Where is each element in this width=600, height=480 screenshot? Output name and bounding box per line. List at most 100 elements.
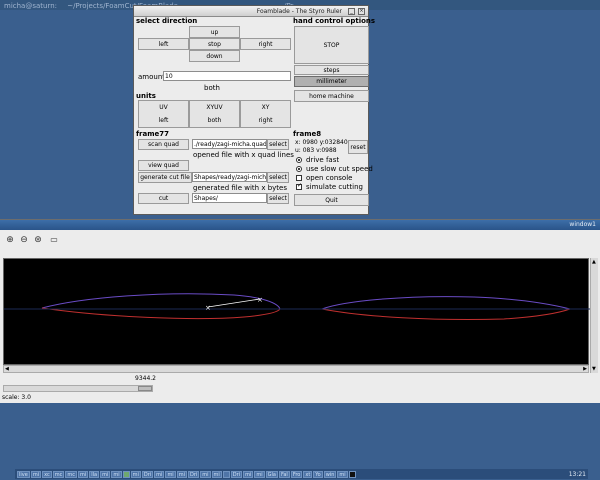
amount-label: amount xyxy=(138,73,166,81)
close-icon[interactable]: × xyxy=(358,8,365,15)
vertical-scrollbar[interactable]: ▲ ▼ xyxy=(590,258,598,373)
view-quad-button[interactable]: view quad xyxy=(138,160,189,171)
taskbar-item[interactable]: Dri xyxy=(141,470,154,478)
taskbar-item[interactable]: mi xyxy=(77,470,89,478)
scroll-down-icon[interactable]: ▼ xyxy=(592,366,596,372)
slow-cut-speed-radio[interactable] xyxy=(296,166,302,172)
zoom-in-icon[interactable]: ⊕ xyxy=(5,235,15,245)
units-heading: units xyxy=(136,92,156,100)
taskbar-item[interactable]: mi xyxy=(243,470,254,478)
taskbar-item[interactable]: mc xyxy=(52,470,65,478)
select-shapes-button[interactable]: select xyxy=(267,172,289,183)
simulate-cutting-label: simulate cutting xyxy=(306,183,363,191)
taskbar-item[interactable]: mi xyxy=(200,470,211,478)
up-button[interactable]: up xyxy=(189,26,240,38)
minimize-icon[interactable]: _ xyxy=(348,8,355,15)
taskbar-item[interactable]: mi xyxy=(254,470,265,478)
cut-button[interactable]: cut xyxy=(138,193,189,204)
taskbar-item[interactable]: mi xyxy=(211,470,222,478)
units-xyuv-button[interactable]: XYUV both xyxy=(189,100,240,128)
taskbar-item[interactable] xyxy=(122,470,130,478)
taskbar-item[interactable] xyxy=(222,470,230,478)
select-cut-button[interactable]: select xyxy=(267,193,289,204)
stop-button[interactable]: STOP xyxy=(294,26,369,64)
uv-readout: u: 083 v:0988 xyxy=(295,147,337,154)
down-button[interactable]: down xyxy=(189,50,240,62)
reset-button[interactable]: reset xyxy=(348,140,368,154)
generated-file-status: generated file with x bytes xyxy=(193,184,287,192)
wing-outline-svg: × × xyxy=(4,293,590,320)
home-machine-button[interactable]: home machine xyxy=(294,90,369,102)
window-title: Foamblade - The Styro Ruler xyxy=(256,8,342,15)
scroll-left-icon[interactable]: ◀ xyxy=(5,366,9,372)
taskbar-item[interactable]: mi xyxy=(111,470,122,478)
select-quad-button[interactable]: select xyxy=(267,139,289,150)
units-uv-button[interactable]: UV left xyxy=(138,100,189,128)
taskbar-item[interactable]: Dri xyxy=(230,470,243,478)
units-xy-button[interactable]: XY right xyxy=(240,100,291,128)
taskbar-item[interactable]: mi xyxy=(337,470,348,478)
taskbar-item[interactable]: Fal xyxy=(278,470,290,478)
taskbar-item[interactable]: mi xyxy=(100,470,111,478)
taskbar-item[interactable]: mi xyxy=(154,470,165,478)
taskbar-item[interactable] xyxy=(348,470,356,478)
taskbar-item[interactable]: mi xyxy=(30,470,42,478)
taskbar: live mi xc mc mc mi lla mi mi mi Dri mi … xyxy=(15,469,588,479)
units-uv-label: UV xyxy=(159,104,168,111)
horizontal-scrollbar[interactable]: ◀ ▶ xyxy=(3,365,589,373)
taskbar-item[interactable]: xc xyxy=(42,470,52,478)
taskbar-item[interactable]: win xyxy=(323,470,337,478)
open-console-checkbox[interactable] xyxy=(296,175,302,181)
preview-titlebar[interactable]: window1 xyxy=(0,220,600,230)
scroll-right-icon[interactable]: ▶ xyxy=(583,366,587,372)
preview-window: window1 ⊕ ⊖ ⊛ ▭ × × ▲ ▼ ◀ ▶ 9344.2 scale… xyxy=(0,219,600,403)
scroll-up-icon[interactable]: ▲ xyxy=(592,259,596,265)
units-right-label: right xyxy=(258,117,273,124)
stop-direction-button[interactable]: stop xyxy=(189,38,240,50)
scan-quad-button[interactable]: scan quad xyxy=(138,139,189,150)
left-wing-lower xyxy=(41,307,281,320)
taskbar-item[interactable]: mc xyxy=(65,470,77,478)
drive-fast-radio[interactable] xyxy=(296,157,302,163)
foamblade-titlebar[interactable]: Foamblade - The Styro Ruler _ × xyxy=(134,6,368,17)
scale-status: scale: 3.0 xyxy=(2,394,31,401)
zoom-out-icon[interactable]: ⊖ xyxy=(19,235,29,245)
zoom-fit-icon[interactable]: ⊛ xyxy=(33,235,43,245)
taskbar-item[interactable]: Dri xyxy=(187,470,200,478)
taskbar-item[interactable]: xt xyxy=(303,470,313,478)
wire-end-marker: × xyxy=(257,296,263,304)
generate-cut-file-button[interactable]: generate cut file xyxy=(138,172,192,183)
simulate-cutting-checkbox[interactable] xyxy=(296,182,302,190)
taskbar-item[interactable]: mi xyxy=(165,470,176,478)
folder-icon[interactable]: ▭ xyxy=(49,235,59,245)
right-wing-upper xyxy=(321,296,571,310)
units-xy-label: XY xyxy=(261,104,270,111)
taskbar-item[interactable]: Fro xyxy=(290,470,303,478)
preview-window-title: window1 xyxy=(569,221,596,228)
units-both-label: both xyxy=(207,117,222,124)
shapes-path-input[interactable]: Shapes/ready/zagi-mich xyxy=(192,172,267,182)
slow-cut-speed-label: use slow cut speed xyxy=(306,165,373,173)
left-button[interactable]: left xyxy=(138,38,189,50)
foamblade-window: Foamblade - The Styro Ruler _ × select d… xyxy=(133,5,375,215)
taskbar-item[interactable]: mi xyxy=(176,470,187,478)
taskbar-item[interactable]: Yo xyxy=(313,470,323,478)
scale-slider-handle[interactable] xyxy=(138,386,152,391)
steps-button[interactable]: steps xyxy=(294,65,369,75)
quit-button[interactable]: Quit xyxy=(294,194,369,206)
amount-input[interactable]: 10 xyxy=(163,71,291,81)
cut-path-input[interactable]: Shapes/ xyxy=(192,193,267,203)
taskbar-clock: 13:21 xyxy=(568,470,586,478)
scale-slider[interactable] xyxy=(3,385,153,392)
taskbar-item[interactable]: lla xyxy=(89,470,100,478)
taskbar-item[interactable]: Gla xyxy=(265,470,278,478)
quad-path-input[interactable]: ./ready/zagi-micha.quad xyxy=(192,139,267,149)
taskbar-item[interactable]: mi xyxy=(130,470,141,478)
xy-readout: x: 0980 y:032840 xyxy=(295,139,348,146)
taskbar-item[interactable]: live xyxy=(17,470,30,478)
right-button[interactable]: right xyxy=(240,38,291,50)
millimeter-button[interactable]: millimeter xyxy=(294,76,369,87)
cut-preview-canvas[interactable]: × × xyxy=(3,258,590,365)
amount-mode-label: both xyxy=(204,84,220,92)
ruler-value: 9344.2 xyxy=(135,375,156,382)
